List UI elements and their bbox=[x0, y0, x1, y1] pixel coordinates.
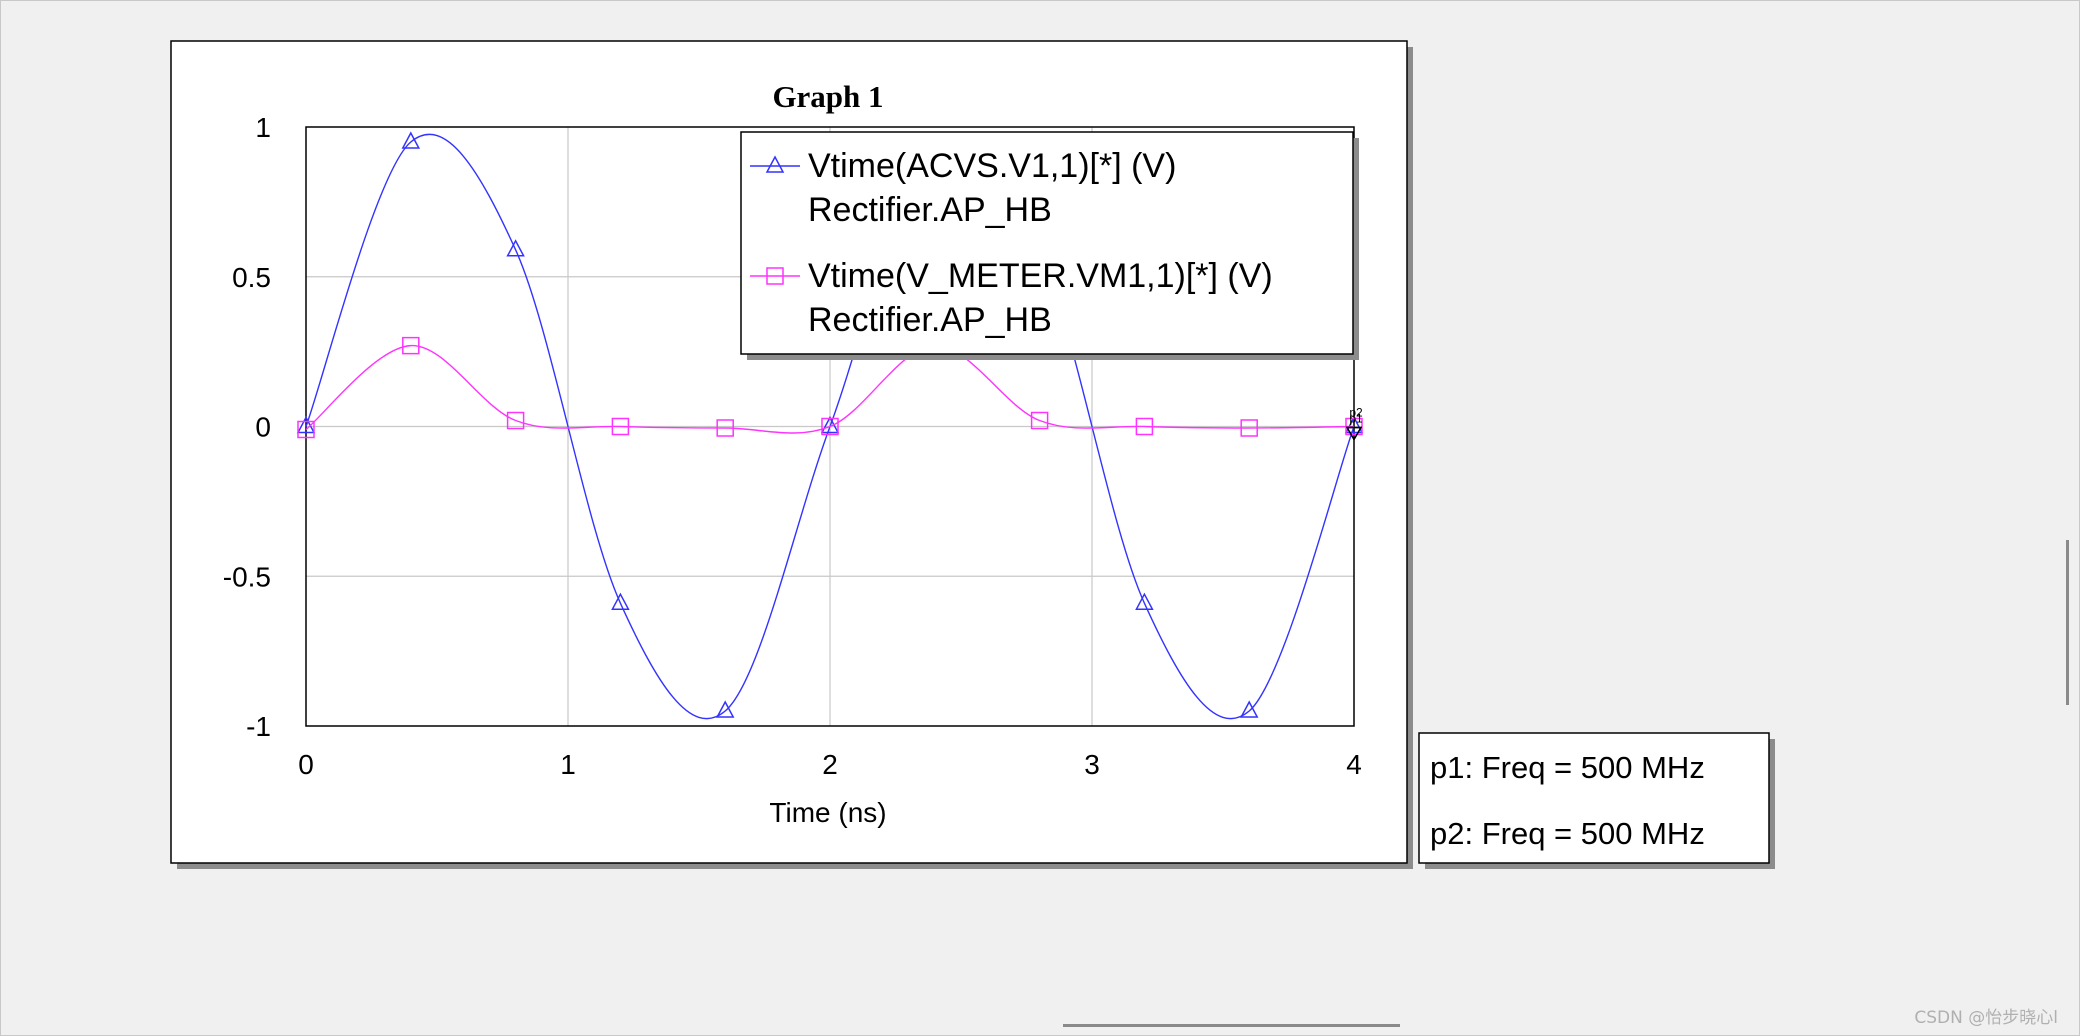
watermark: CSDN @怡步晓心l bbox=[1914, 1008, 2058, 1028]
graph-canvas: p1p2 0 1 2 3 410.50-0.5-1 Graph 1 Time (ns) … bbox=[170, 40, 1775, 869]
marker-readout-1: p1: Freq = 500 MHz bbox=[1430, 750, 1705, 785]
y-tick-label: 0.5 bbox=[232, 262, 271, 293]
legend-series-name: Vtime(V_METER.VM1,1)[*] (V) bbox=[808, 257, 1273, 295]
marker-readout-box[interactable]: p1: Freq = 500 MHz p2: Freq = 500 MHz bbox=[1418, 732, 1775, 869]
legend[interactable]: Vtime(ACVS.V1,1)[*] (V) Rectifier.AP_HB Vt… bbox=[740, 131, 1359, 360]
vertical-scrollbar[interactable] bbox=[2066, 540, 2069, 705]
y-tick-label: 1 bbox=[255, 112, 271, 143]
x-tick-label: 4 bbox=[1346, 749, 1362, 780]
marker-readout-2: p2: Freq = 500 MHz bbox=[1430, 816, 1705, 851]
x-axis-label: Time (ns) bbox=[769, 797, 886, 828]
x-tick-label: 0 bbox=[298, 749, 314, 780]
legend-series-name: Vtime(ACVS.V1,1)[*] (V) bbox=[808, 147, 1176, 185]
x-tick-label: 1 bbox=[560, 749, 576, 780]
legend-dataset-name: Rectifier.AP_HB bbox=[808, 191, 1052, 229]
y-tick-label: 0 bbox=[255, 412, 271, 443]
x-tick-label: 3 bbox=[1084, 749, 1100, 780]
legend-dataset-name: Rectifier.AP_HB bbox=[808, 301, 1052, 339]
x-tick-label: 2 bbox=[822, 749, 838, 780]
marker-label-p2: p2 bbox=[1349, 406, 1363, 420]
y-tick-label: -0.5 bbox=[223, 561, 271, 592]
graph-title: Graph 1 bbox=[772, 79, 883, 114]
y-tick-label: -1 bbox=[246, 711, 271, 742]
horizontal-scrollbar[interactable] bbox=[1063, 1024, 1400, 1027]
